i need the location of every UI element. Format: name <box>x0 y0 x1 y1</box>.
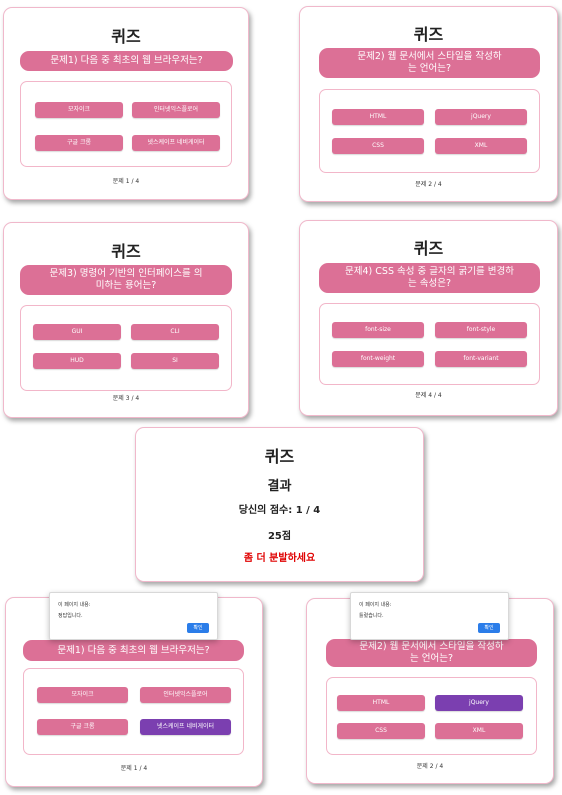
alert-dialog: 이 페이지 내용: 틀렸습니다. 확인 <box>350 592 509 640</box>
question-bar: 문제2) 웹 문서에서 스타일을 작성하는 언어는? <box>319 48 540 78</box>
option-button[interactable]: XML <box>435 138 527 154</box>
option-button-selected[interactable]: jQuery <box>435 695 523 711</box>
dialog-title: 이 페이지 내용: <box>359 602 392 608</box>
question-bar: 문제2) 웹 문서에서 스타일을 작성하는 언어는? <box>326 639 537 667</box>
option-button[interactable]: 인터넷익스플로어 <box>140 687 231 703</box>
option-button[interactable]: font-weight <box>332 351 424 367</box>
options-box: 모자이크 인터넷익스플로어 구글 크롬 넷스케이프 네비게이터 <box>23 668 244 755</box>
quiz-card-1: 퀴즈 문제1) 다음 중 최초의 웹 브라우저는? 모자이크 인터넷익스플로어 … <box>3 7 249 200</box>
quiz-card-4: 퀴즈 문제4) CSS 속성 중 글자의 굵기를 변경하는 속성은? font-… <box>299 220 558 416</box>
options-box: font-size font-style font-weight font-va… <box>319 303 540 385</box>
question-bar: 문제4) CSS 속성 중 글자의 굵기를 변경하는 속성은? <box>319 263 540 293</box>
score-text: 당신의 점수: 1 / 4 <box>238 505 321 516</box>
dialog-message: 정답입니다. <box>58 613 83 619</box>
option-button[interactable]: SI <box>131 353 219 369</box>
option-button[interactable]: HTML <box>337 695 425 711</box>
result-message: 좀 더 분발하세요 <box>243 553 316 564</box>
quiz-title: 퀴즈 <box>264 447 295 466</box>
option-button[interactable]: XML <box>435 723 523 739</box>
options-box: HTML jQuery CSS XML <box>326 677 537 755</box>
quiz-title: 퀴즈 <box>413 25 444 44</box>
option-button[interactable]: 모자이크 <box>35 102 123 118</box>
option-button[interactable]: 구글 크롬 <box>35 135 123 151</box>
question-bar: 문제3) 명령어 기반의 인터페이스를 의미하는 용어는? <box>20 265 232 295</box>
option-button[interactable]: jQuery <box>435 109 527 125</box>
option-button[interactable]: 모자이크 <box>37 687 128 703</box>
result-heading: 결과 <box>267 479 292 494</box>
question-bar: 문제1) 다음 중 최초의 웹 브라우저는? <box>23 640 244 661</box>
option-button[interactable]: font-style <box>435 322 527 338</box>
option-button[interactable]: HTML <box>332 109 424 125</box>
option-button[interactable]: font-variant <box>435 351 527 367</box>
dialog-message: 틀렸습니다. <box>359 613 384 619</box>
option-button[interactable]: 구글 크롬 <box>37 719 128 735</box>
options-box: GUI CLI HUD SI <box>20 305 232 391</box>
points-text: 25점 <box>267 531 292 542</box>
options-box: HTML jQuery CSS XML <box>319 89 540 173</box>
option-button[interactable]: CLI <box>131 324 219 340</box>
option-button-selected[interactable]: 넷스케이프 네비게이터 <box>140 719 231 735</box>
option-button[interactable]: 인터넷익스플로어 <box>132 102 220 118</box>
dialog-title: 이 페이지 내용: <box>58 602 91 608</box>
option-button[interactable]: font-size <box>332 322 424 338</box>
question-bar: 문제1) 다음 중 최초의 웹 브라우저는? <box>20 51 233 71</box>
option-button[interactable]: HUD <box>33 353 121 369</box>
progress-text: 문제 1 / 4 <box>120 765 148 772</box>
progress-text: 문제 3 / 4 <box>112 395 140 402</box>
option-button[interactable]: 넷스케이프 네비게이터 <box>132 135 220 151</box>
quiz-title: 퀴즈 <box>111 27 141 46</box>
quiz-title: 퀴즈 <box>413 239 444 258</box>
ok-button[interactable]: 확인 <box>478 623 500 633</box>
option-button[interactable]: CSS <box>337 723 425 739</box>
quiz-card-2: 퀴즈 문제2) 웹 문서에서 스타일을 작성하는 언어는? HTML jQuer… <box>299 6 558 202</box>
option-button[interactable]: CSS <box>332 138 424 154</box>
quiz-card-3: 퀴즈 문제3) 명령어 기반의 인터페이스를 의미하는 용어는? GUI CLI… <box>3 222 249 418</box>
progress-text: 문제 2 / 4 <box>415 181 442 188</box>
ok-button[interactable]: 확인 <box>187 623 209 633</box>
option-button[interactable]: GUI <box>33 324 121 340</box>
quiz-title: 퀴즈 <box>111 242 141 261</box>
progress-text: 문제 1 / 4 <box>112 178 140 185</box>
options-box: 모자이크 인터넷익스플로어 구글 크롬 넷스케이프 네비게이터 <box>20 81 232 167</box>
result-card: 퀴즈 결과 당신의 점수: 1 / 4 25점 좀 더 분발하세요 <box>135 427 424 582</box>
alert-dialog: 이 페이지 내용: 정답입니다. 확인 <box>49 592 218 640</box>
progress-text: 문제 2 / 4 <box>416 763 444 770</box>
progress-text: 문제 4 / 4 <box>415 392 442 399</box>
